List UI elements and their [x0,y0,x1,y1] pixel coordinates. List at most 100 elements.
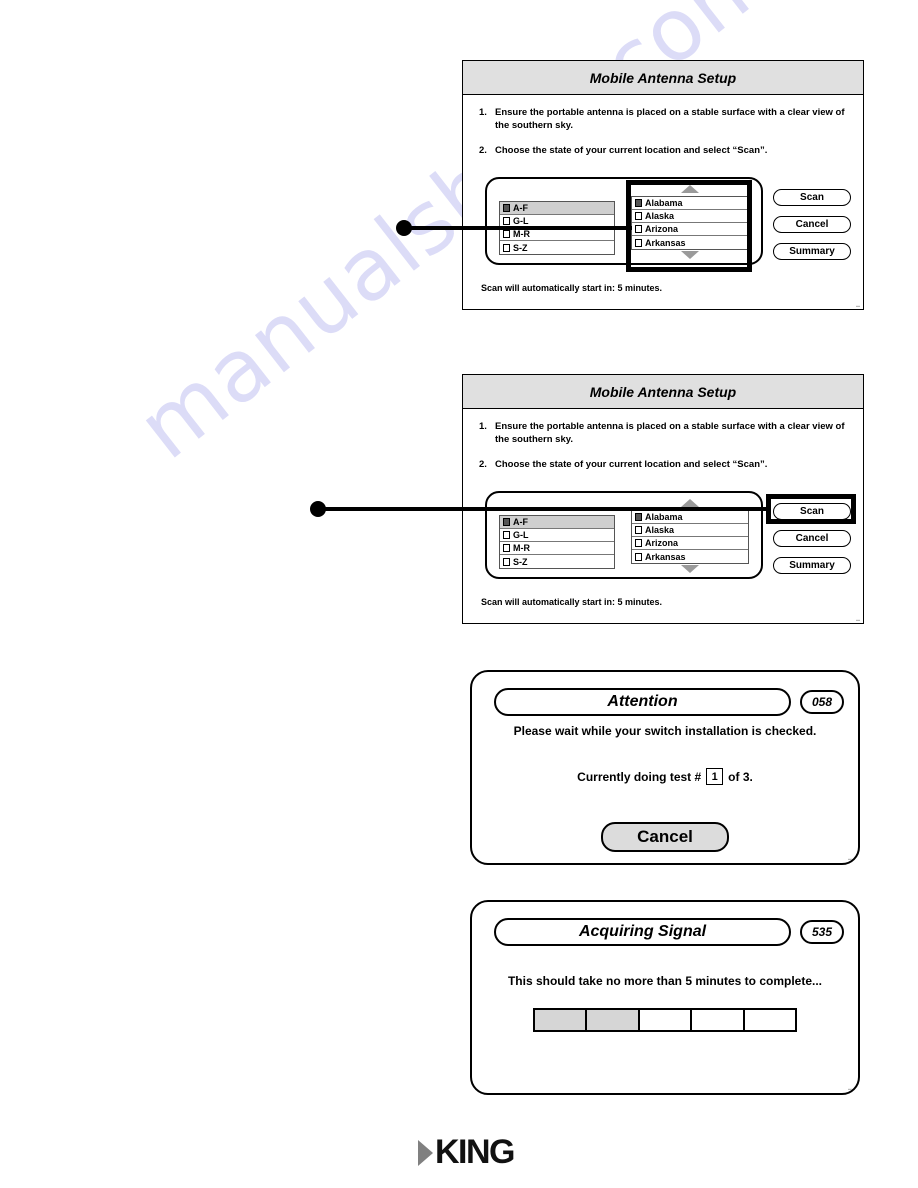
manual-page: manualshive.com Mobile Antenna Setup 1. … [0,0,918,1188]
summary-button-label: Summary [789,246,835,257]
highlight-scan-button [766,494,856,524]
figure-artifact-mark: ▬ [848,856,852,861]
letter-range-list[interactable]: A-F G-L M-R S-Z [499,515,615,569]
scan-countdown-note: Scan will automatically start in: 5 minu… [481,283,663,293]
cancel-button-label: Cancel [795,219,829,230]
instruction-steps: 1. Ensure the portable antenna is placed… [463,95,863,157]
callout-dot [396,220,412,236]
list-item[interactable]: A-F [500,202,614,215]
list-item-label: G-L [513,216,529,226]
radio-empty-icon [635,526,642,534]
test-prefix-label: Currently doing test # [577,769,702,784]
step-item: 2. Choose the state of your current loca… [479,459,847,472]
radio-filled-icon [503,204,510,212]
progress-bar [533,1008,797,1032]
figure-artifact-mark: ▬ [856,303,860,308]
highlight-state-list [626,180,752,272]
progress-segment [744,1010,796,1030]
dialog-title: Attention [494,688,791,716]
callout-leader-line [318,507,770,511]
scan-button[interactable]: Scan [773,189,851,206]
dialog-title: Acquiring Signal [494,918,791,946]
list-item-label: Arkansas [645,551,686,562]
panel-title: Mobile Antenna Setup [463,61,863,95]
dialog-title-row: Attention 058 [494,688,844,716]
cancel-button[interactable]: Cancel [773,216,851,233]
list-item[interactable]: Arizona [632,537,748,550]
summary-button[interactable]: Summary [773,243,851,260]
list-item[interactable]: G-L [500,529,614,542]
radio-empty-icon [503,243,510,252]
progress-segment [535,1010,588,1030]
list-item-label: Alabama [645,512,683,522]
list-item[interactable]: M-R [500,542,614,555]
list-item-label: S-Z [513,242,528,253]
cancel-button-label: Cancel [795,533,829,544]
list-item[interactable]: Arkansas [632,550,748,563]
scan-button-label: Scan [800,192,824,203]
state-list[interactable]: Alabama Alaska Arizona Arkansas [631,510,749,564]
step-text: Ensure the portable antenna is placed on… [495,421,845,445]
step-text: Choose the state of your current locatio… [495,144,768,156]
figure-artifact-mark: ▬ [856,617,860,622]
list-item-label: S-Z [513,556,528,567]
acquiring-signal-dialog: Acquiring Signal 535 This should take no… [470,900,860,1095]
cancel-button[interactable]: Cancel [601,822,729,852]
step-item: 1. Ensure the portable antenna is placed… [479,421,847,447]
list-item[interactable]: Alabama [632,511,748,524]
test-progress-line: Currently doing test # 1 of 3. [472,768,858,785]
cancel-button[interactable]: Cancel [773,530,851,547]
callout-dot [310,501,326,517]
dialog-message: Please wait while your switch installati… [513,724,817,738]
progress-segment [587,1010,640,1030]
king-logo: KING [418,1133,516,1172]
king-logo-text: KING [435,1133,516,1171]
radio-empty-icon [503,531,510,539]
step-text: Choose the state of your current locatio… [495,458,768,470]
scan-countdown-note: Scan will automatically start in: 5 minu… [481,597,663,607]
step-number: 2. [479,144,487,156]
step-number: 1. [479,107,487,118]
list-item-label: M-R [513,229,530,239]
panel-title: Mobile Antenna Setup [463,375,863,409]
dialog-message: This should take no more than 5 minutes … [507,974,823,988]
summary-button[interactable]: Summary [773,557,851,574]
list-item[interactable]: Alaska [632,524,748,537]
list-item[interactable]: S-Z [500,241,614,254]
figure-artifact-mark: ▬ [848,1086,852,1091]
dialog-title-row: Acquiring Signal 535 [494,918,844,946]
list-item-label: Arizona [645,538,679,548]
step-number: 2. [479,458,487,470]
list-item[interactable]: S-Z [500,555,614,568]
attention-dialog: Attention 058 Please wait while your swi… [470,670,860,865]
radio-empty-icon [503,217,510,225]
dialog-code-badge: 535 [800,920,844,944]
list-item[interactable]: A-F [500,516,614,529]
radio-empty-icon [503,544,510,552]
callout-leader-line [404,226,632,230]
dialog-code-badge: 058 [800,690,844,714]
list-item-label: A-F [513,517,528,527]
cancel-button-label: Cancel [637,827,693,846]
test-suffix-label: of 3. [728,769,753,784]
test-number-box: 1 [706,768,724,785]
instruction-steps: 1. Ensure the portable antenna is placed… [463,409,863,471]
step-item: 1. Ensure the portable antenna is placed… [479,107,847,133]
triangle-icon [418,1139,433,1166]
radio-filled-icon [635,513,642,521]
scroll-down-arrow-icon[interactable] [681,565,699,573]
summary-button-label: Summary [789,560,835,571]
list-item-label: G-L [513,530,529,540]
radio-empty-icon [635,539,642,547]
list-item-label: A-F [513,203,528,213]
radio-filled-icon [503,518,510,526]
scroll-up-arrow-icon[interactable] [681,499,699,507]
step-number: 1. [479,421,487,432]
radio-empty-icon [503,230,510,238]
list-item-label: Alaska [645,525,675,535]
radio-empty-icon [635,552,642,561]
radio-empty-icon [503,557,510,566]
progress-segment [639,1010,693,1030]
progress-segment [692,1010,745,1030]
step-text: Ensure the portable antenna is placed on… [495,107,845,131]
